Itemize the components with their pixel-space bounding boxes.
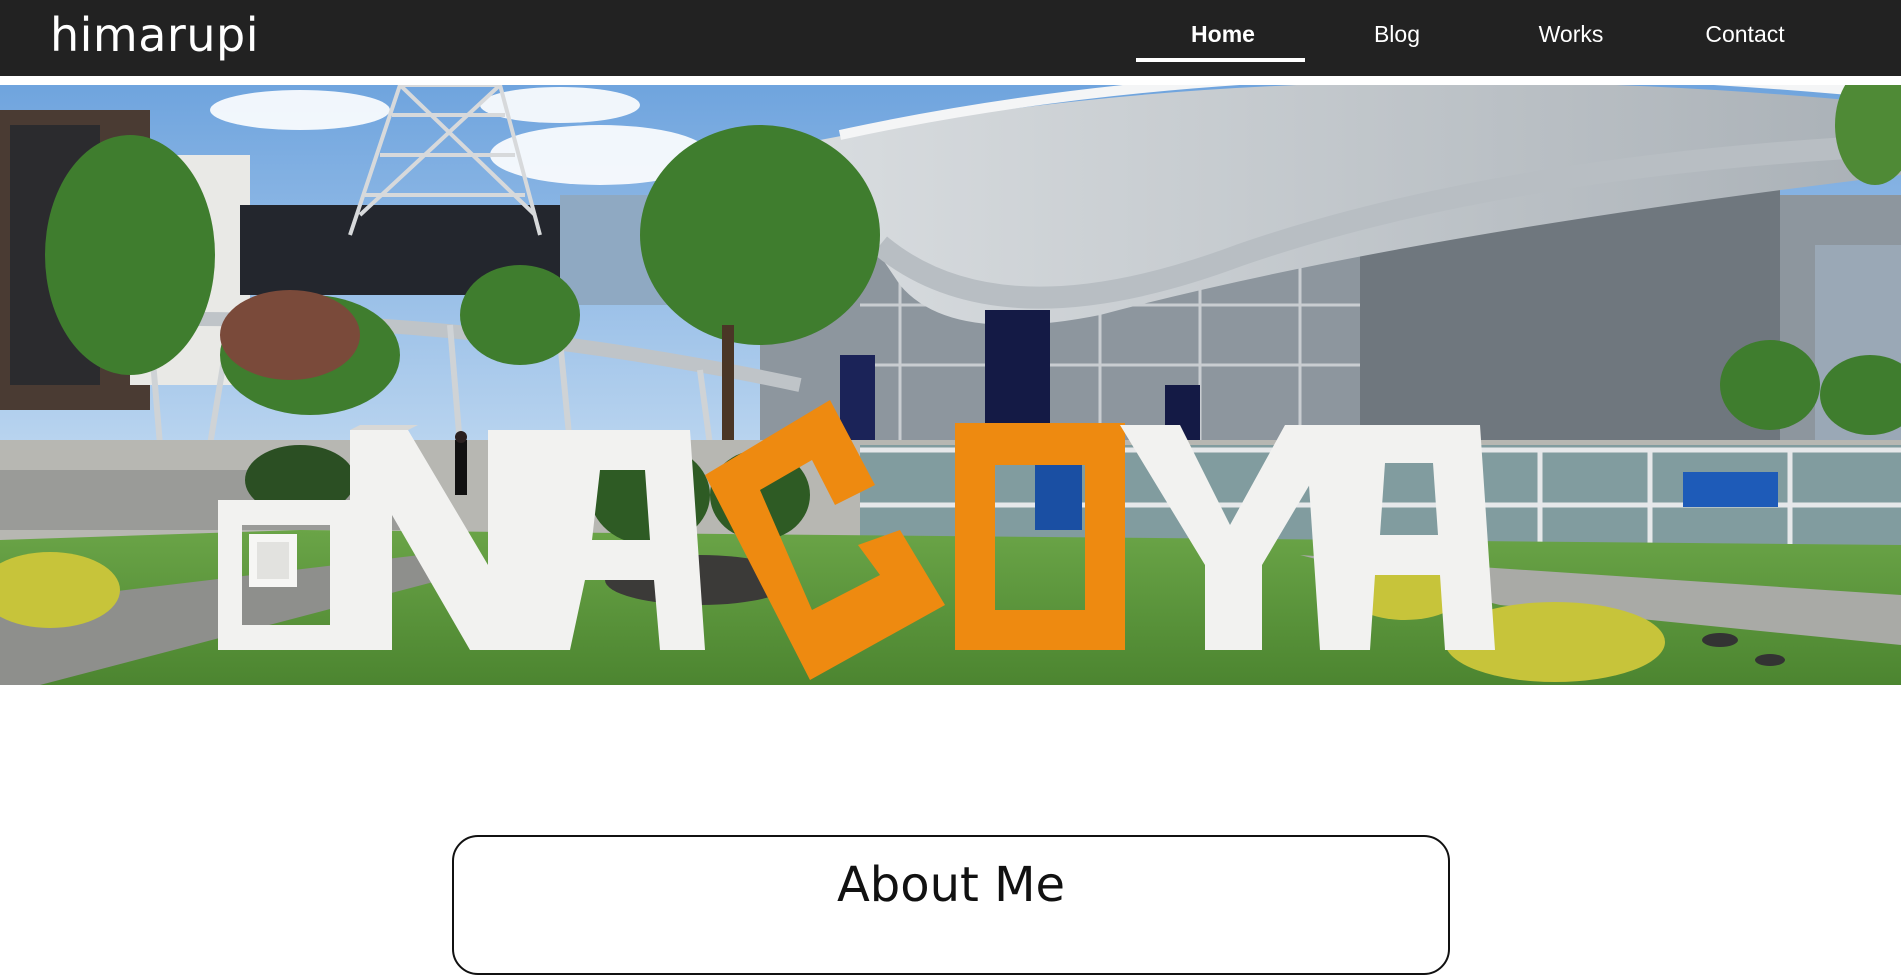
nav-blog[interactable]: Blog [1310,0,1484,76]
hero-image [0,85,1901,685]
sign-small-square [218,500,350,650]
nav-contact[interactable]: Contact [1658,0,1832,76]
nagoya-sign-photo [0,85,1901,685]
nav-works[interactable]: Works [1484,0,1658,76]
nav-home[interactable]: Home [1136,0,1310,76]
about-me-card: About Me [452,835,1450,975]
about-me-title: About Me [836,857,1066,913]
main-nav: Home Blog Works Contact [1136,0,1832,76]
top-navbar: himarupi Home Blog Works Contact [0,0,1901,76]
site-logo[interactable]: himarupi [50,10,259,60]
